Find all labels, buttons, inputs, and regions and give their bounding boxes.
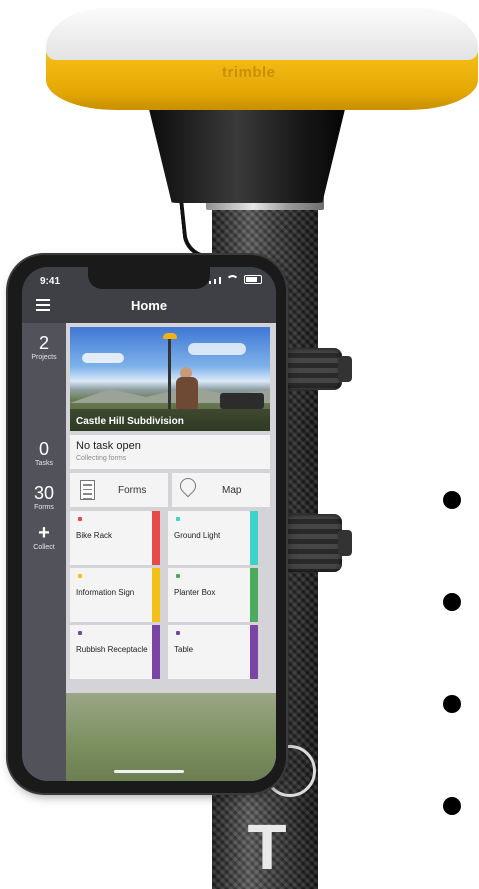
map-button-label: Map — [222, 485, 242, 496]
receiver-yellow-ring — [46, 52, 478, 110]
forms-label: Forms — [34, 504, 54, 511]
sidebar-item-collect[interactable]: + Collect — [22, 523, 66, 552]
task-subtitle: Collecting forms — [76, 455, 127, 462]
signal-icon — [209, 281, 211, 284]
smartphone: 9:41 Home 2 Projects 0 Tasks 30 Forms + … — [8, 255, 286, 793]
home-indicator — [114, 770, 184, 773]
sidebar: 2 Projects 0 Tasks 30 Forms + Collect — [22, 323, 66, 781]
collect-label: Collect — [33, 544, 55, 551]
status-time: 9:41 — [40, 276, 61, 287]
form-label: Bike Rack — [76, 531, 113, 540]
form-color-stripe — [152, 511, 160, 565]
phone-mount-clamp-lower — [282, 514, 352, 572]
form-color-dot — [78, 517, 82, 521]
phone-notch — [88, 267, 210, 289]
form-label: Information Sign — [76, 588, 135, 597]
task-card[interactable]: No task open Collecting forms — [70, 435, 270, 469]
form-tile-bike-rack[interactable]: Bike Rack — [70, 511, 160, 565]
form-tile-information-sign[interactable]: Information Sign — [70, 568, 160, 622]
form-color-dot — [78, 574, 82, 578]
sidebar-item-forms[interactable]: 30 Forms — [22, 483, 66, 512]
tasks-count: 0 — [38, 439, 49, 459]
receiver-cap — [46, 8, 478, 60]
project-card[interactable]: Castle Hill Subdivision — [70, 327, 270, 431]
form-color-stripe — [250, 625, 258, 679]
projects-label: Projects — [31, 354, 57, 361]
form-color-dot — [78, 631, 82, 635]
project-name: Castle Hill Subdivision — [76, 416, 184, 427]
form-tile-planter-box[interactable]: Planter Box — [168, 568, 258, 622]
form-color-stripe — [250, 511, 258, 565]
bullet-1 — [443, 491, 461, 509]
tasks-label: Tasks — [35, 460, 53, 467]
project-photo-surveyor — [176, 377, 198, 409]
home-content: Castle Hill Subdivision No task open Col… — [66, 323, 276, 781]
forms-count: 30 — [33, 483, 55, 503]
map-pin-icon — [176, 474, 200, 498]
battery-icon — [244, 275, 262, 284]
sidebar-item-projects[interactable]: 2 Projects — [22, 333, 66, 362]
sidebar-item-tasks[interactable]: 0 Tasks — [22, 439, 66, 468]
map-button[interactable]: Map — [172, 473, 270, 507]
phone-mount-clamp-upper — [282, 348, 352, 390]
forms-button[interactable]: Forms — [70, 473, 168, 507]
forms-button-label: Forms — [118, 485, 147, 496]
form-label: Ground Light — [174, 531, 221, 540]
form-color-dot — [176, 631, 180, 635]
wifi-icon — [226, 275, 239, 284]
page-title: Home — [130, 298, 168, 313]
pole-marking: T — [247, 811, 287, 883]
form-color-stripe — [250, 568, 258, 622]
status-icons — [209, 275, 262, 284]
form-label: Rubbish Receptacle — [76, 645, 148, 654]
form-label: Planter Box — [174, 588, 216, 597]
form-color-dot — [176, 517, 180, 521]
form-tile-table[interactable]: Table — [168, 625, 258, 679]
form-tile-ground-light[interactable]: Ground Light — [168, 511, 258, 565]
task-title: No task open — [76, 440, 141, 452]
app-header: Home — [22, 289, 276, 323]
bullet-2 — [443, 593, 461, 611]
phone-screen: 9:41 Home 2 Projects 0 Tasks 30 Forms + … — [22, 267, 276, 781]
receiver-cable — [178, 193, 224, 261]
form-tile-rubbish-receptacle[interactable]: Rubbish Receptacle — [70, 625, 160, 679]
background-landscape-blur — [66, 693, 276, 781]
form-color-stripe — [152, 625, 160, 679]
receiver-base — [148, 105, 346, 203]
form-label: Table — [174, 645, 194, 654]
form-color-stripe — [152, 568, 160, 622]
trimble-logo: trimble — [222, 64, 276, 81]
form-color-dot — [176, 574, 180, 578]
bullet-4 — [443, 797, 461, 815]
collect-plus-icon: + — [38, 522, 50, 544]
bullet-3 — [443, 695, 461, 713]
document-icon — [80, 480, 95, 500]
projects-count: 2 — [38, 333, 49, 353]
